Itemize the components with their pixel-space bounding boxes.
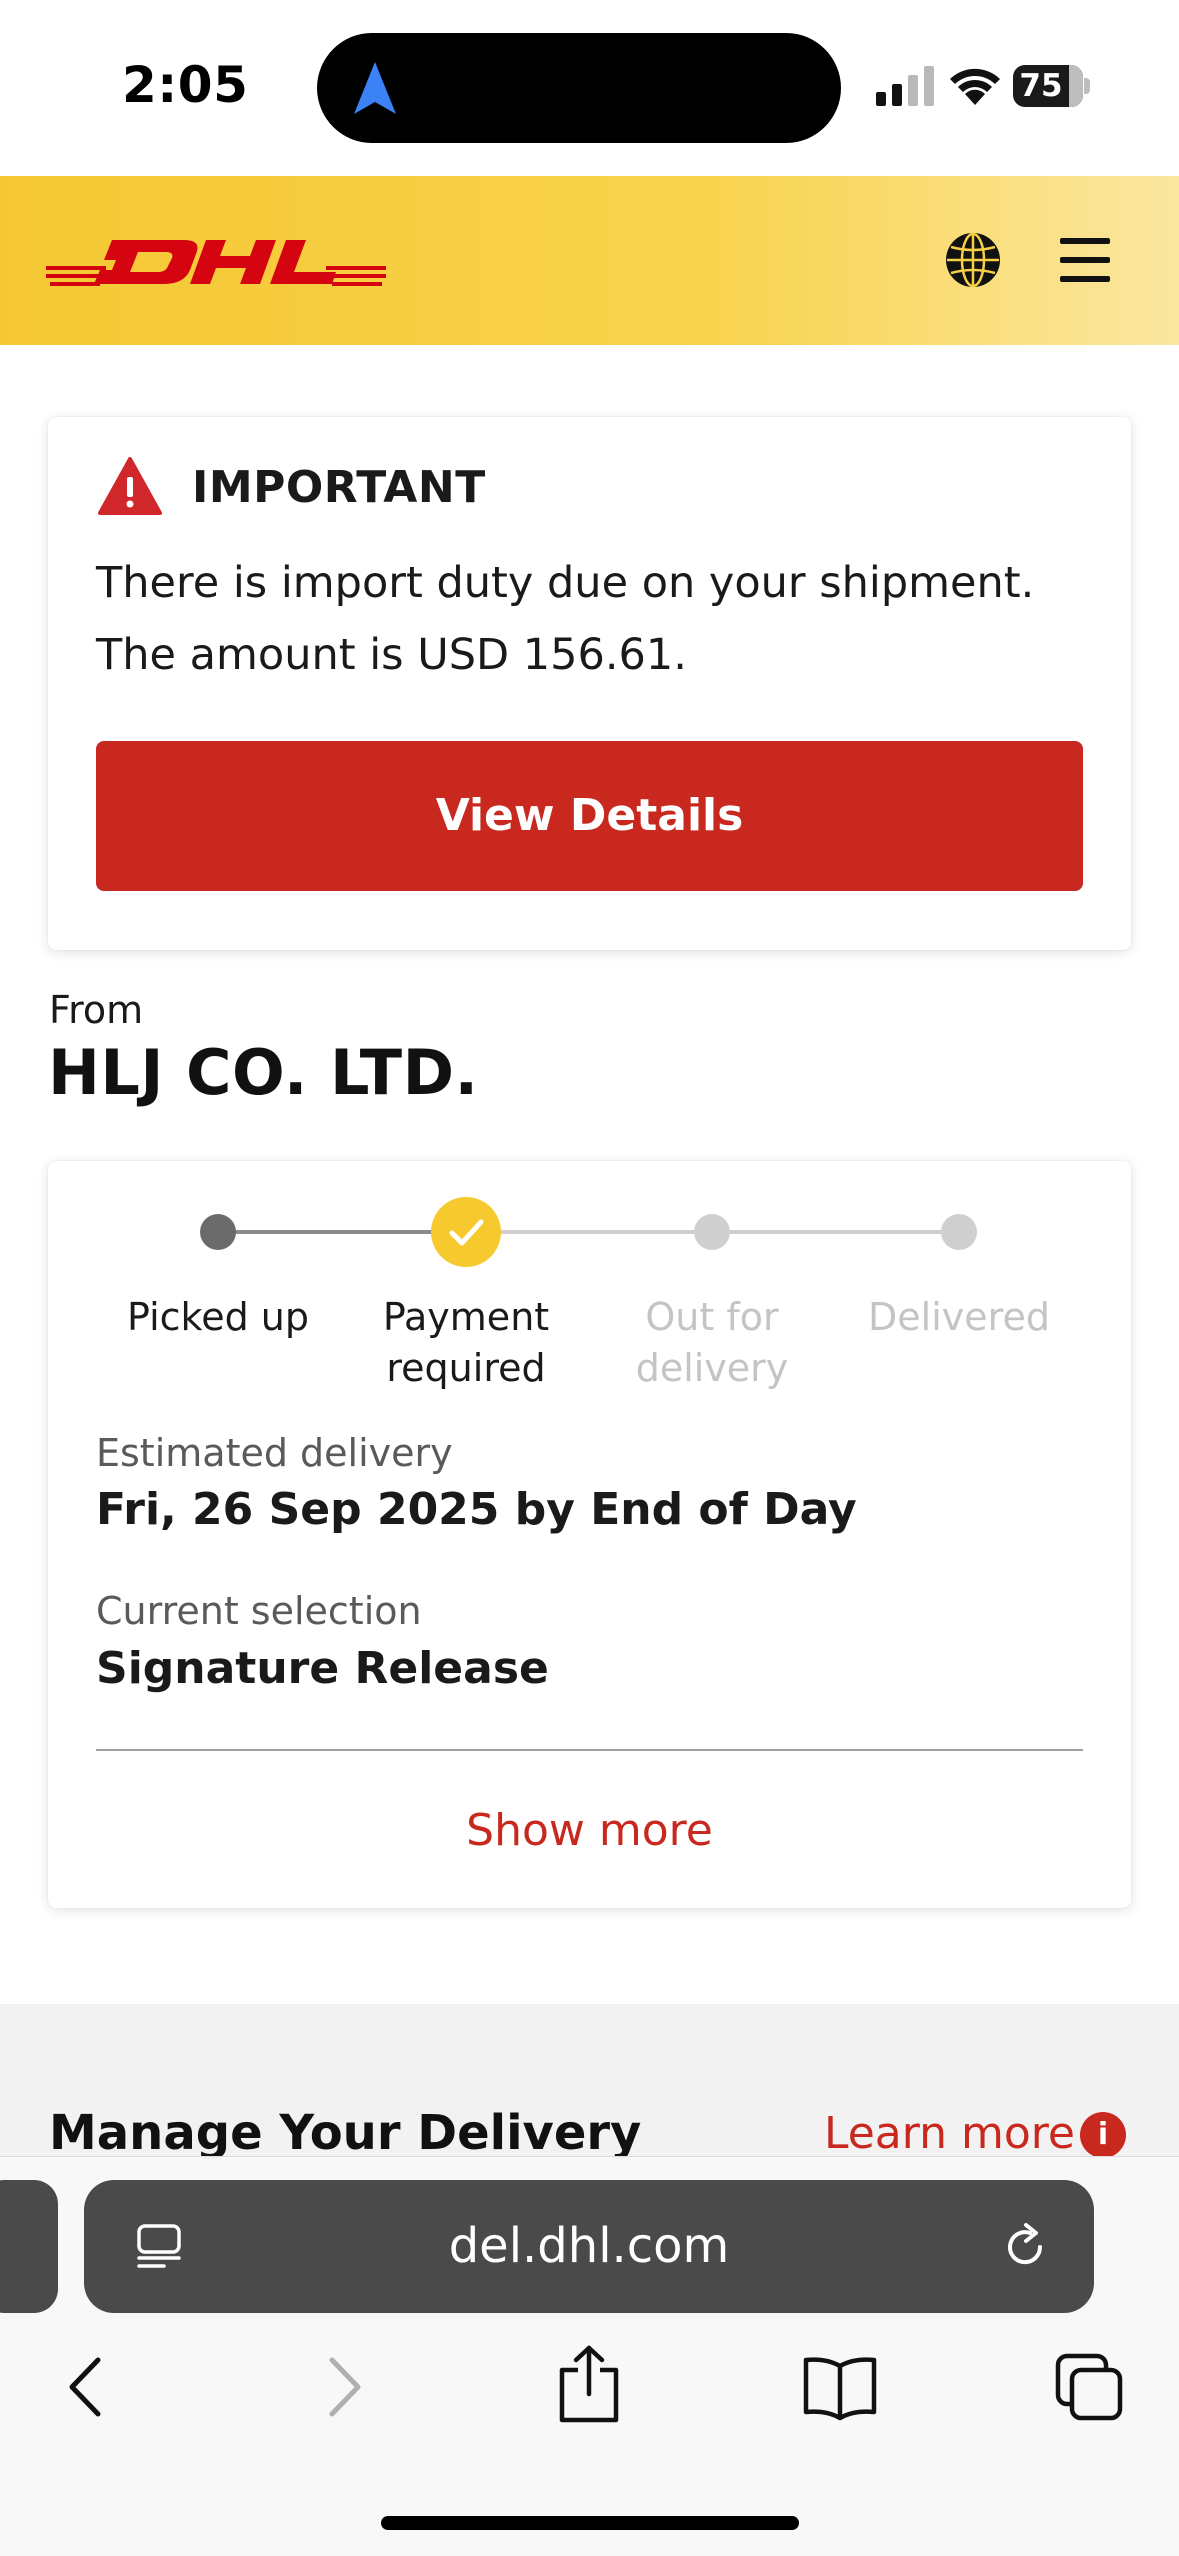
alert-message: There is import duty due on your shipmen… — [96, 558, 1035, 680]
step-dot-payment-required — [431, 1197, 501, 1267]
step-label-picked-up: Picked up — [127, 1295, 309, 1339]
cellular-signal-icon — [876, 66, 934, 106]
step-dot-picked-up — [200, 1214, 236, 1250]
step-dot-out-for-delivery — [694, 1214, 730, 1250]
site-header — [0, 176, 1179, 345]
home-indicator[interactable] — [381, 2516, 799, 2530]
globe-icon[interactable] — [944, 231, 1002, 289]
step-label-payment-required: Payment required — [382, 1295, 550, 1390]
step-label-out-for-delivery: Out for delivery — [635, 1295, 789, 1390]
status-bar: 2:05 75 — [0, 0, 1179, 176]
import-duty-alert: IMPORTANT There is import duty due on yo… — [48, 417, 1131, 950]
estimated-delivery-value: Fri, 26 Sep 2025 by End of Day — [96, 1484, 857, 1535]
current-selection-label: Current selection — [96, 1589, 422, 1633]
battery-icon: 75 — [1013, 65, 1090, 107]
status-time: 2:05 — [122, 56, 249, 114]
from-label: From — [49, 988, 144, 1032]
learn-more-link[interactable]: Learn more — [824, 2108, 1075, 2159]
navigation-arrow-icon — [354, 62, 396, 114]
tabs-icon[interactable] — [1054, 2352, 1124, 2422]
manage-delivery-title: Manage Your Delivery — [49, 2105, 642, 2161]
step-dot-delivered — [941, 1214, 977, 1250]
reload-icon[interactable] — [1000, 2222, 1050, 2272]
check-icon — [449, 1219, 484, 1246]
dhl-logo[interactable] — [46, 236, 386, 288]
share-icon[interactable] — [554, 2344, 624, 2424]
show-more-link[interactable]: Show more — [96, 1805, 1083, 1856]
menu-icon[interactable] — [1060, 238, 1110, 282]
step-label-delivered: Delivered — [868, 1295, 1050, 1339]
forward-icon[interactable] — [308, 2352, 378, 2422]
sender-name: HLJ CO. LTD. — [48, 1036, 479, 1109]
alert-title: IMPORTANT — [192, 462, 486, 513]
wifi-icon — [950, 68, 1000, 105]
info-icon[interactable]: i — [1080, 2112, 1126, 2158]
estimated-delivery-label: Estimated delivery — [96, 1431, 453, 1475]
progress-line-completed — [218, 1230, 466, 1234]
back-icon[interactable] — [52, 2352, 122, 2422]
bookmarks-icon[interactable] — [802, 2352, 878, 2422]
card-divider — [96, 1749, 1083, 1751]
url-text[interactable]: del.dhl.com — [84, 2218, 1094, 2274]
warning-icon — [98, 457, 162, 515]
current-selection-value: Signature Release — [96, 1643, 549, 1694]
dynamic-island — [317, 33, 841, 143]
previous-tab-preview[interactable] — [0, 2180, 58, 2313]
battery-percent: 75 — [1019, 68, 1063, 104]
view-details-button[interactable]: View Details — [96, 741, 1083, 891]
